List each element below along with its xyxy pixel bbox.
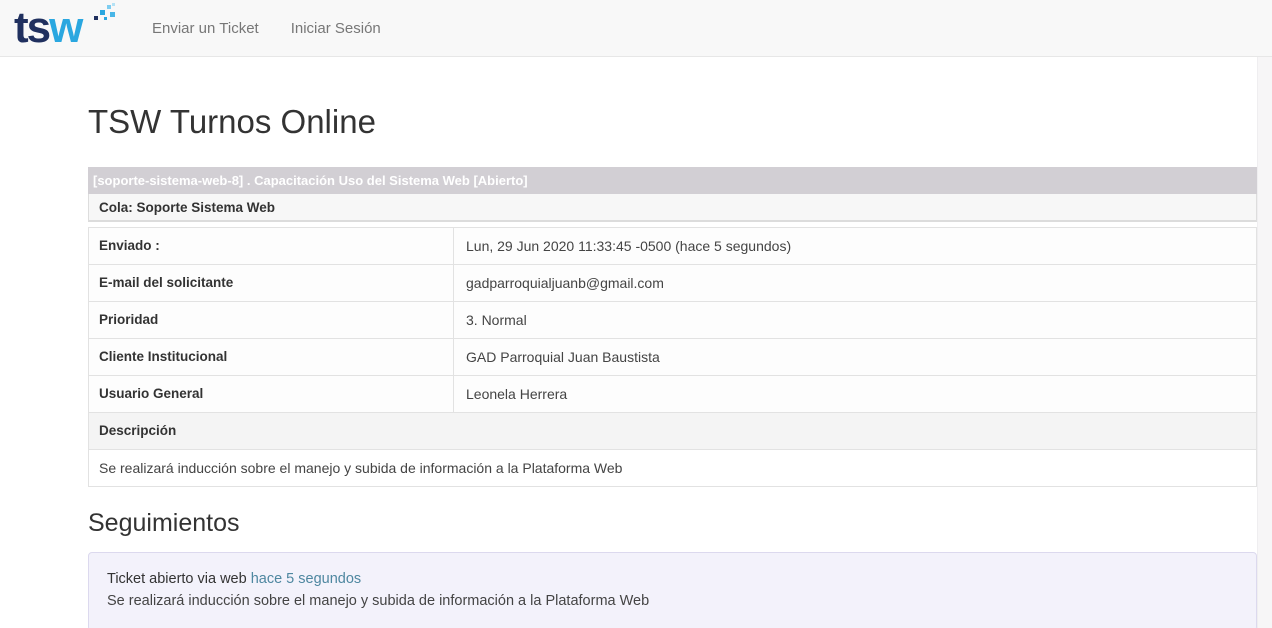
ticket-queue-row: Cola: Soporte Sistema Web	[88, 194, 1257, 222]
navbar-inner: tsw Enviar un Ticket Iniciar Sesión	[0, 0, 1272, 56]
tsw-logo[interactable]: tsw	[14, 2, 118, 54]
nav-item-enviar-ticket[interactable]: Enviar un Ticket	[136, 0, 275, 56]
description-section-header: Descripción	[89, 412, 1257, 449]
main-content: TSW Turnos Online [soporte-sistema-web-8…	[88, 103, 1257, 628]
field-label-enviado: Enviado :	[89, 227, 454, 264]
table-row: Usuario General Leonela Herrera	[89, 375, 1257, 412]
followup-entry: Ticket abierto via webhace 5 segundos Se…	[88, 552, 1257, 628]
scrollbar-track[interactable]	[1257, 0, 1272, 628]
logo-dot-icon	[110, 12, 115, 17]
table-row: Enviado : Lun, 29 Jun 2020 11:33:45 -050…	[89, 227, 1257, 264]
field-label-prioridad: Prioridad	[89, 301, 454, 338]
followup-body-text: Se realizará inducción sobre el manejo y…	[107, 591, 1238, 612]
field-label-cliente: Cliente Institucional	[89, 338, 454, 375]
logo-dot-icon	[107, 5, 111, 9]
field-label-email: E-mail del solicitante	[89, 264, 454, 301]
table-row: Cliente Institucional GAD Parroquial Jua…	[89, 338, 1257, 375]
description-text: Se realizará inducción sobre el manejo y…	[89, 449, 1257, 486]
ticket-header-bar: [soporte-sistema-web-8] . Capacitación U…	[88, 167, 1257, 194]
followups-title: Seguimientos	[88, 509, 1257, 538]
logo-dot-icon	[94, 16, 98, 20]
field-value-enviado: Lun, 29 Jun 2020 11:33:45 -0500 (hace 5 …	[454, 227, 1257, 264]
logo-text-ts: ts	[14, 3, 49, 52]
field-value-cliente: GAD Parroquial Juan Baustista	[454, 338, 1257, 375]
followup-event-text: Ticket abierto via web	[107, 571, 247, 587]
nav-item-iniciar-sesion[interactable]: Iniciar Sesión	[275, 0, 397, 56]
navbar: tsw Enviar un Ticket Iniciar Sesión	[0, 0, 1272, 57]
field-value-email: gadparroquialjuanb@gmail.com	[454, 264, 1257, 301]
logo-text-w: w	[49, 3, 81, 52]
table-row: Prioridad 3. Normal	[89, 301, 1257, 338]
nav-items: Enviar un Ticket Iniciar Sesión	[136, 0, 397, 56]
logo-dot-icon	[104, 17, 107, 20]
followup-time-link[interactable]: hace 5 segundos	[251, 571, 361, 587]
table-row: Se realizará inducción sobre el manejo y…	[89, 449, 1257, 486]
ticket-fields-table: Enviado : Lun, 29 Jun 2020 11:33:45 -050…	[88, 227, 1257, 487]
logo-dot-icon	[112, 3, 115, 6]
field-label-usuario: Usuario General	[89, 375, 454, 412]
table-row: E-mail del solicitante gadparroquialjuan…	[89, 264, 1257, 301]
logo-dot-icon	[100, 10, 105, 15]
field-value-prioridad: 3. Normal	[454, 301, 1257, 338]
page-title: TSW Turnos Online	[88, 103, 1257, 141]
table-row: Descripción	[89, 412, 1257, 449]
field-value-usuario: Leonela Herrera	[454, 375, 1257, 412]
followup-event-line: Ticket abierto via webhace 5 segundos	[107, 569, 1238, 590]
